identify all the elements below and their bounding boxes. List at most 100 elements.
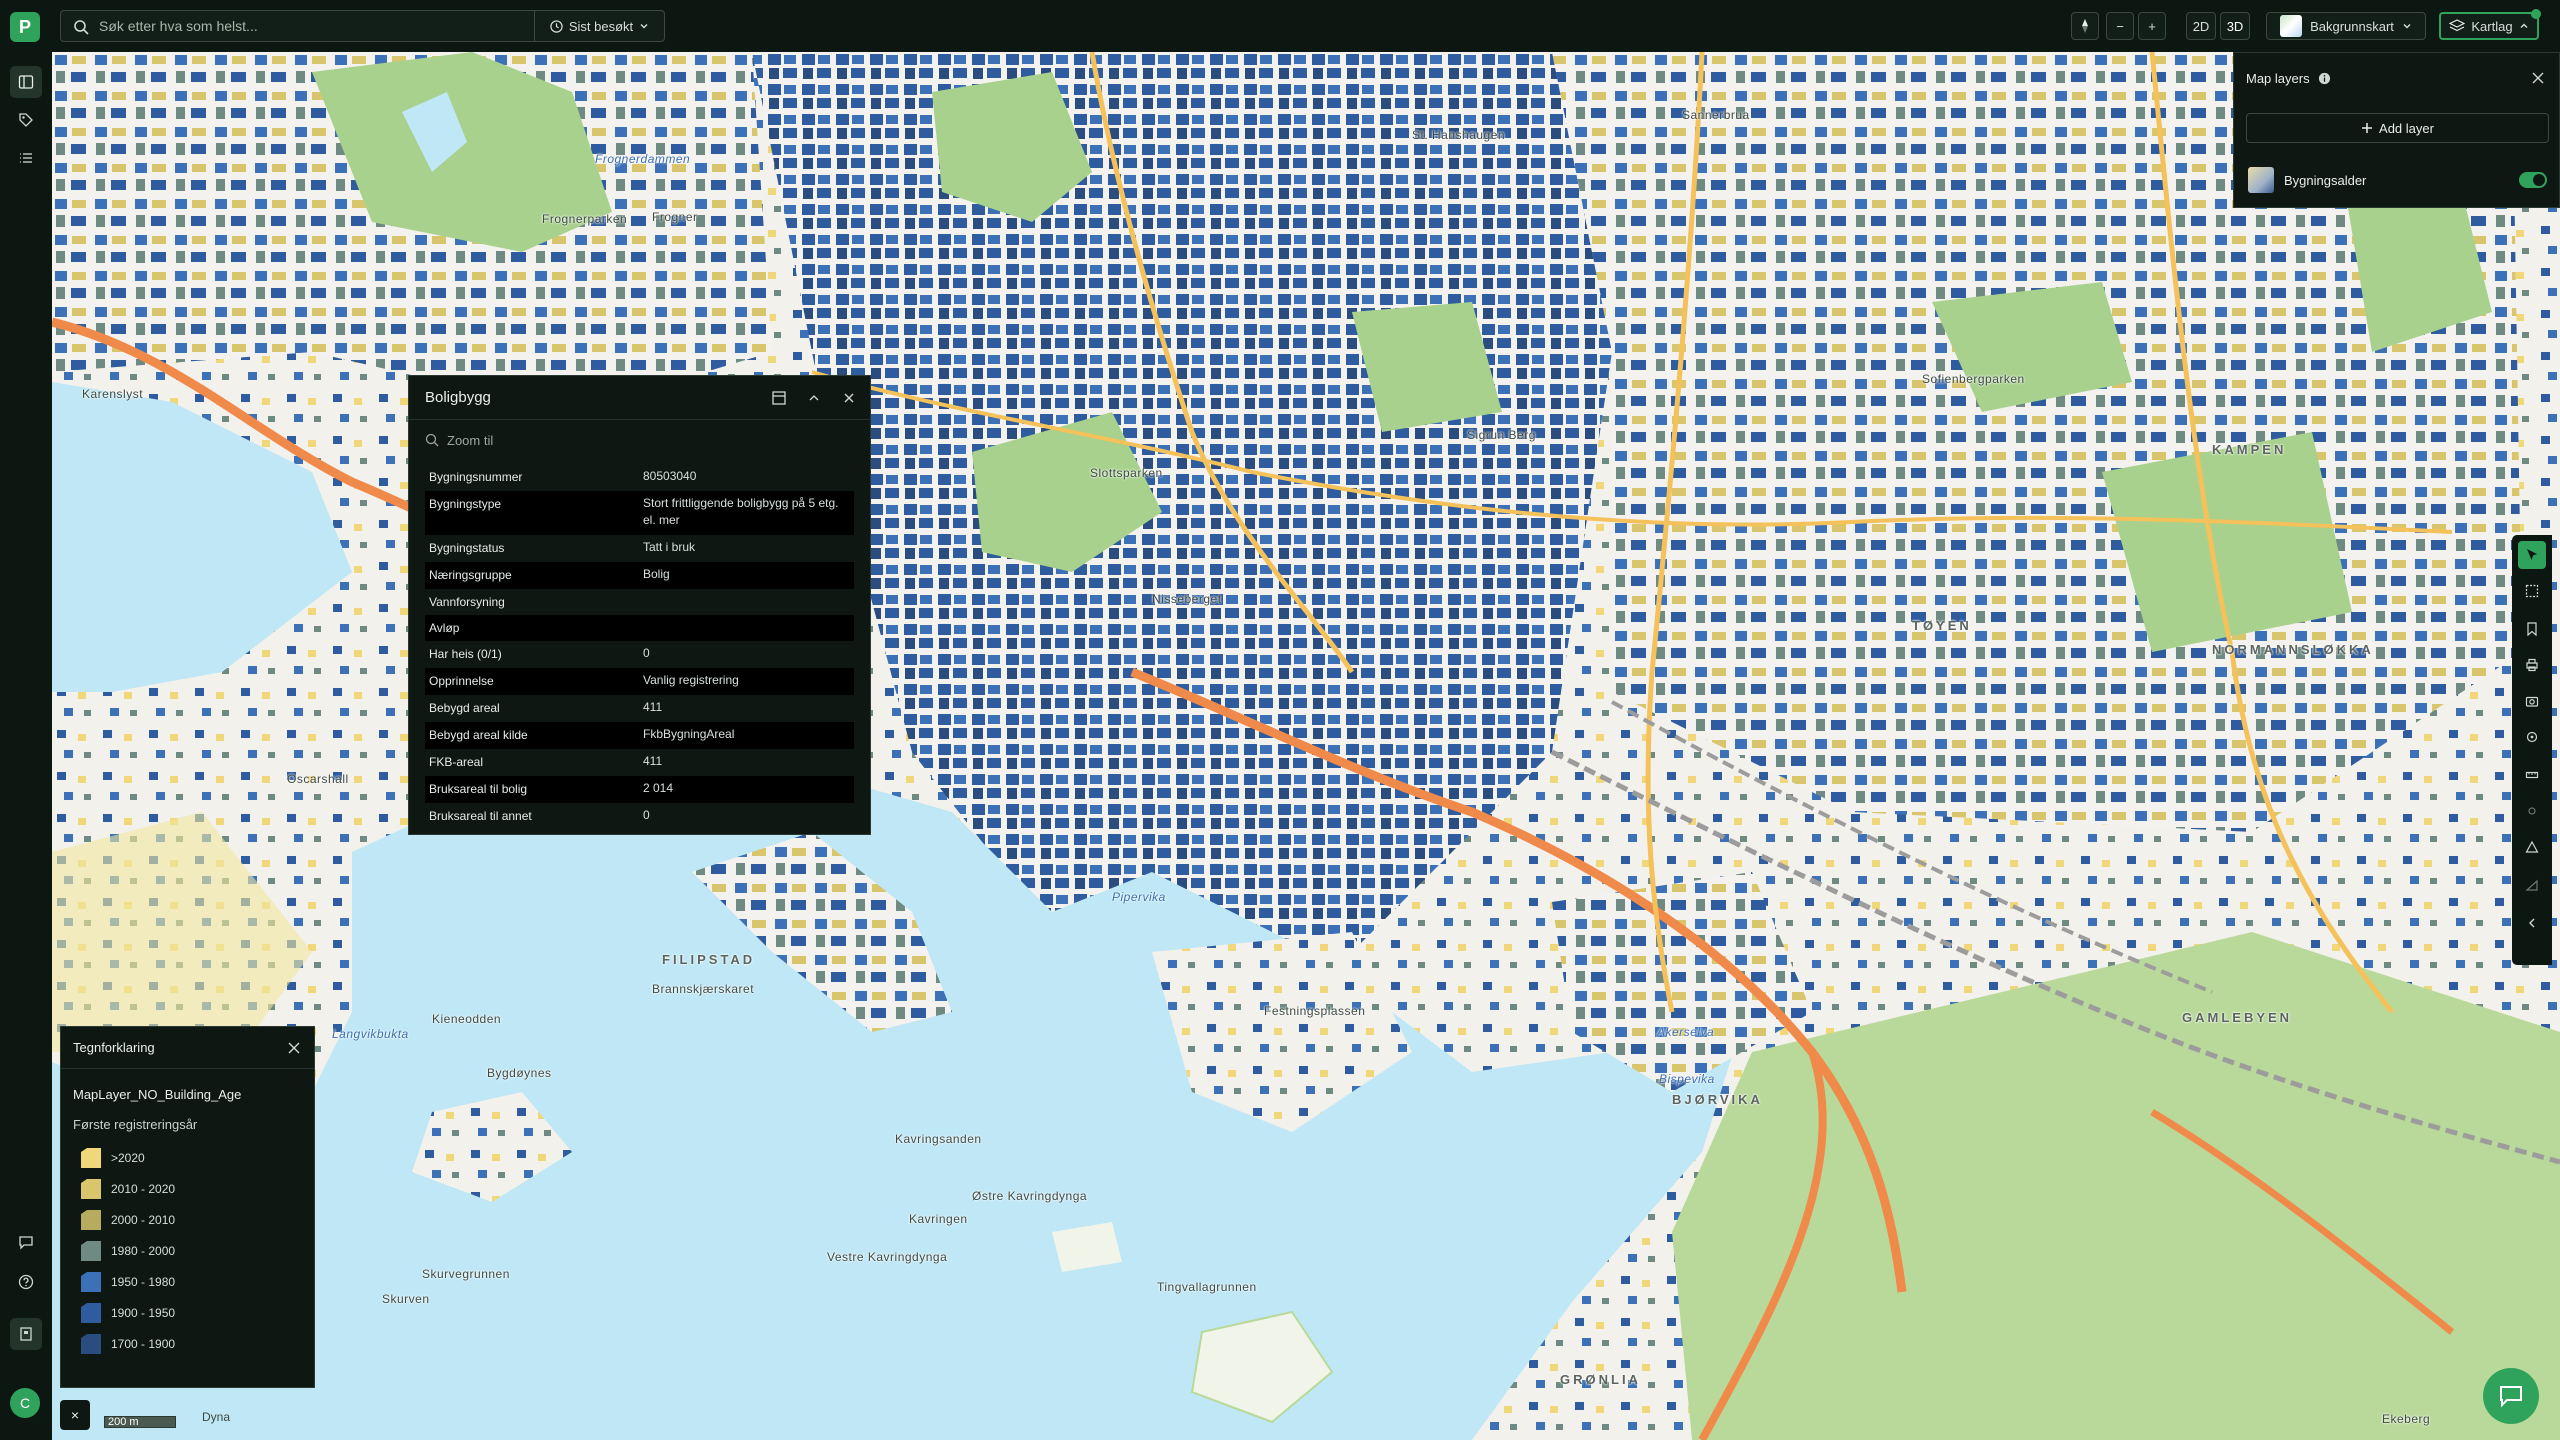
feedback-button[interactable] xyxy=(10,1226,42,1258)
attribute-key: Bebygd areal kilde xyxy=(429,728,528,742)
place-label: Kieneodden xyxy=(432,1012,502,1026)
bookmark-icon xyxy=(2527,622,2537,636)
panel-header: Map layers xyxy=(2234,53,2559,103)
place-label: Bispevika xyxy=(1659,1072,1715,1086)
background-map-dropdown[interactable]: Bakgrunnskart xyxy=(2266,12,2426,40)
attribute-value: Stort frittliggende boligbygg på 5 etg. … xyxy=(643,496,839,527)
place-label: Pipervika xyxy=(1112,890,1166,904)
district-label: GAMLEBYEN xyxy=(2182,1010,2293,1025)
attribute-key: Næringsgruppe xyxy=(429,568,512,582)
collapse-tools-button[interactable] xyxy=(2518,909,2546,937)
add-layer-button[interactable]: Add layer xyxy=(2246,113,2549,143)
attribute-value: FkbBygningAreal xyxy=(643,727,735,741)
compass-button[interactable] xyxy=(2071,12,2099,40)
box-select-button[interactable] xyxy=(2518,577,2546,605)
expand-icon[interactable] xyxy=(771,390,787,406)
layer-name: Bygningsalder xyxy=(2284,172,2367,188)
legend-item: 1950 - 1980 xyxy=(81,1271,175,1293)
district-label: NORMANNSLØKKA xyxy=(2212,642,2374,657)
place-label: Vestre Kavringdynga xyxy=(827,1250,948,1264)
info-icon[interactable] xyxy=(2318,72,2331,85)
search-input[interactable] xyxy=(99,11,569,41)
locate-button[interactable] xyxy=(2518,723,2546,751)
chevron-down-icon xyxy=(2403,24,2411,29)
attribute-key: Opprinnelse xyxy=(429,674,494,688)
attribute-value: 411 xyxy=(643,754,663,768)
legend-label: 2010 - 2020 xyxy=(111,1182,176,1196)
attribute-key: Bygningsnummer xyxy=(429,470,523,484)
view-2d-button[interactable]: 2D xyxy=(2186,12,2216,40)
table-row: Bygningstatus Tatt i bruk xyxy=(425,535,854,562)
app-logo[interactable]: P xyxy=(10,12,40,42)
table-row: Bygningsnummer 80503040 xyxy=(425,464,854,491)
district-label: GRØNLIA xyxy=(1560,1372,1641,1387)
attribute-key: Bruksareal til bolig xyxy=(429,782,528,796)
legend-label: 2000 - 2010 xyxy=(111,1213,176,1227)
place-label: Dyna xyxy=(202,1410,231,1424)
avatar[interactable]: C xyxy=(10,1388,40,1418)
layers-label: Kartlag xyxy=(2471,18,2513,34)
legend-label: 1900 - 1950 xyxy=(111,1306,176,1320)
table-row: Bruksareal til annet 0 xyxy=(425,803,854,830)
compass-icon xyxy=(2082,19,2088,33)
chevron-up-icon[interactable] xyxy=(806,390,822,406)
sun-button[interactable] xyxy=(2518,797,2546,825)
zoom-to-button[interactable]: Zoom til xyxy=(409,420,870,460)
zoom-in-button[interactable]: + xyxy=(2138,12,2166,40)
tags-button[interactable] xyxy=(10,104,42,136)
attribute-value: Bolig xyxy=(643,567,670,581)
table-row: Bygningstype Stort frittliggende boligbyg… xyxy=(425,491,854,535)
attribute-value: 0 xyxy=(643,808,650,822)
feature-info-panel: Boligbygg Zoom til Bygningsnummer 8050304… xyxy=(408,375,871,835)
legend-layer-name: MapLayer_NO_Building_Age xyxy=(73,1087,242,1102)
zoom-out-button[interactable]: − xyxy=(2106,12,2134,40)
place-label: Slottsparken xyxy=(1090,466,1163,480)
attribute-key: Bygningstype xyxy=(429,497,502,511)
recent-dropdown[interactable]: Sist besøkt xyxy=(534,11,664,41)
place-label: Skurven xyxy=(382,1292,430,1306)
top-bar: P Sist besøkt − + 2D 3D Bakgrunnskart Ka… xyxy=(0,0,2560,52)
close-icon[interactable] xyxy=(2531,71,2545,85)
select-tool-button[interactable] xyxy=(2518,541,2546,569)
layer-item[interactable]: Bygningsalder xyxy=(2234,155,2559,205)
close-icon[interactable] xyxy=(288,1042,300,1054)
print-icon xyxy=(2526,658,2538,672)
map-panel-button[interactable] xyxy=(10,66,42,98)
table-row: FKB-areal 411 xyxy=(425,749,854,776)
layers-button[interactable]: Kartlag xyxy=(2439,9,2541,40)
legend-panel: Tegnforklaring MapLayer_NO_Building_Age … xyxy=(60,1026,315,1388)
zoom-to-label: Zoom til xyxy=(447,432,494,448)
scale-bar: 200 m xyxy=(104,1416,176,1428)
view-3d-button[interactable]: 3D xyxy=(2220,12,2250,40)
table-row: Næringsgruppe Bolig xyxy=(425,562,854,589)
print-button[interactable] xyxy=(2518,651,2546,679)
table-row: Bebygd areal kilde FkbBygningAreal xyxy=(425,722,854,749)
legend-swatch xyxy=(81,1210,101,1230)
slope-button[interactable] xyxy=(2518,871,2546,899)
screenshot-button[interactable] xyxy=(2518,687,2546,715)
chevron-up-icon xyxy=(2520,23,2528,28)
legend-item: 1900 - 1950 xyxy=(81,1302,175,1324)
help-button[interactable] xyxy=(10,1266,42,1298)
list-icon xyxy=(20,153,32,163)
place-label: Kavringen xyxy=(909,1212,968,1226)
legend-swatch xyxy=(81,1303,101,1323)
close-scale-button[interactable]: × xyxy=(60,1400,90,1430)
attribute-key: Bruksareal til annet xyxy=(429,809,532,823)
attribute-value: 80503040 xyxy=(643,469,697,483)
measure-button[interactable] xyxy=(2518,761,2546,789)
legend-swatch xyxy=(81,1179,101,1199)
building-icon xyxy=(20,1327,32,1341)
layer-visibility-toggle[interactable] xyxy=(2519,172,2547,188)
map-icon xyxy=(18,75,34,89)
bookmark-button[interactable] xyxy=(2518,615,2546,643)
organization-button[interactable] xyxy=(10,1318,42,1350)
place-label: Frogner xyxy=(652,210,698,224)
list-button[interactable] xyxy=(10,142,42,174)
legend-label: >2020 xyxy=(111,1151,145,1165)
chat-button[interactable] xyxy=(2483,1368,2539,1424)
search-box[interactable]: Sist besøkt xyxy=(60,10,665,42)
elevation-button[interactable] xyxy=(2518,833,2546,861)
close-icon[interactable] xyxy=(841,390,857,406)
map-tools-column xyxy=(2512,535,2552,965)
